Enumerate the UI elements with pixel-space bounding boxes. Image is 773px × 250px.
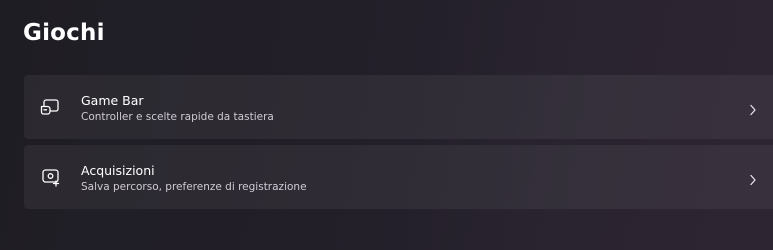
game-bar-subtitle: Controller e scelte rapide da tastiera	[81, 111, 274, 123]
game-bar-card[interactable]: Game Bar Controller e scelte rapide da t…	[24, 75, 773, 139]
captures-icon	[40, 167, 62, 187]
game-bar-title: Game Bar	[81, 93, 144, 108]
captures-card[interactable]: Acquisizioni Salva percorso, preferenze …	[24, 145, 773, 209]
page-title: Giochi	[23, 20, 105, 46]
chevron-right-icon	[749, 101, 757, 116]
chevron-right-icon	[749, 171, 757, 186]
game-bar-icon	[40, 97, 62, 117]
captures-title: Acquisizioni	[81, 163, 155, 178]
captures-subtitle: Salva percorso, preferenze di registrazi…	[81, 181, 307, 193]
